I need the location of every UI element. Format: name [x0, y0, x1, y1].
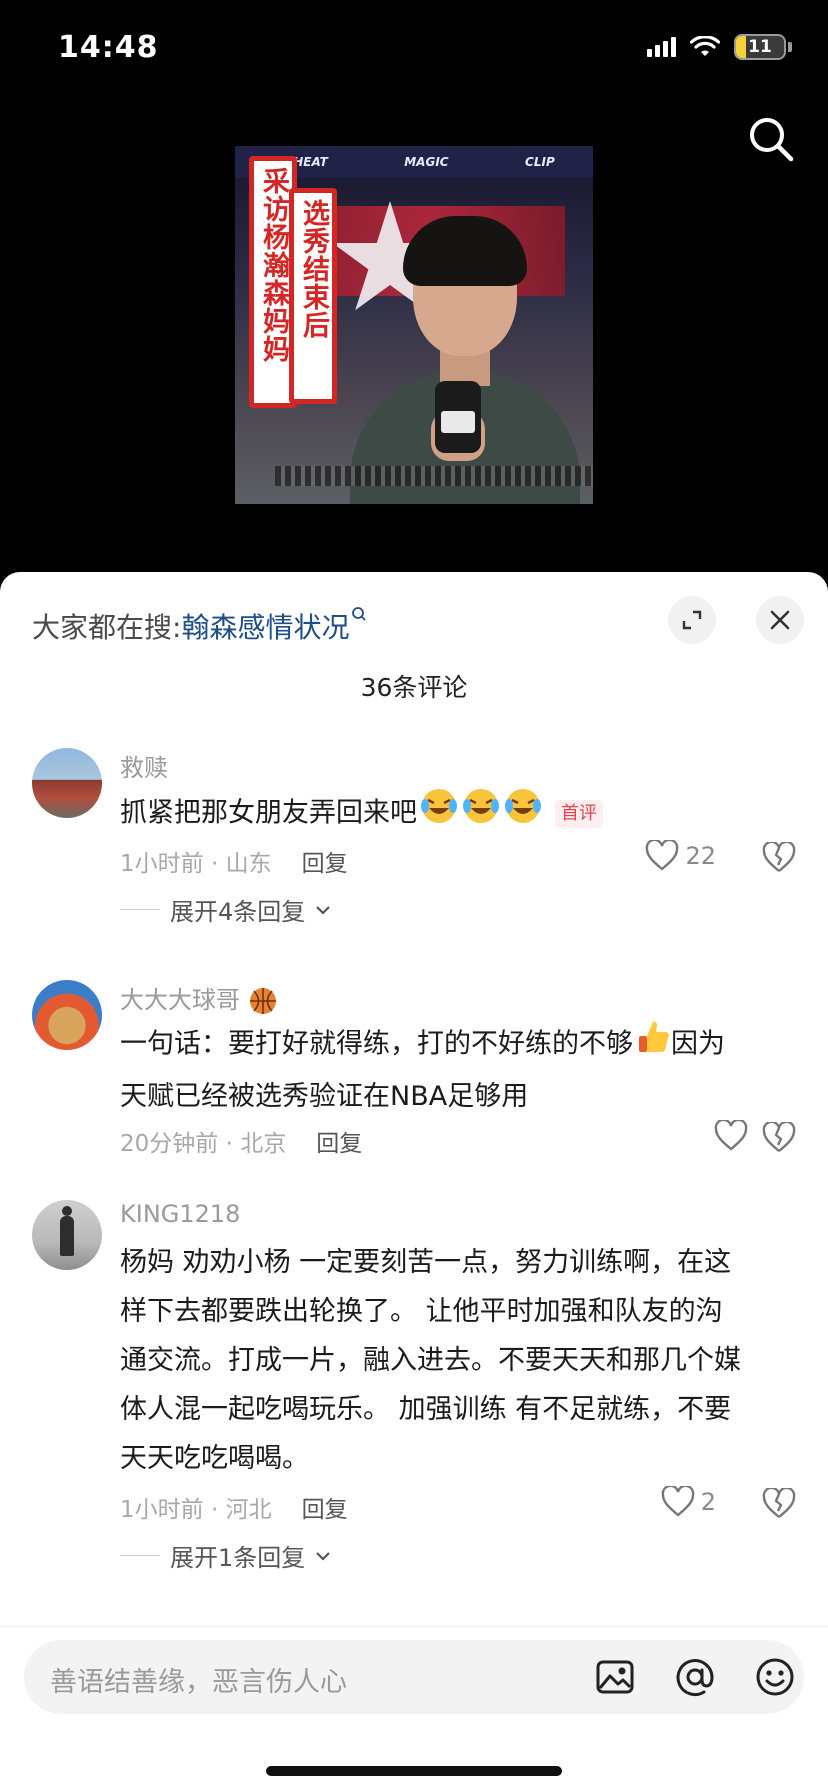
avatar-figure: [60, 1206, 74, 1256]
trending-prefix: 大家都在搜:: [32, 611, 182, 644]
chevron-down-icon: [316, 905, 331, 915]
status-bar: 14:48 11: [0, 0, 828, 100]
comment-meta: 1小时前 · 山东 回复: [120, 844, 348, 878]
like-count: 22: [685, 842, 716, 870]
comment-body: 抓紧把那女朋友弄回来吧: [120, 797, 417, 829]
reply-button[interactable]: 回复: [302, 851, 348, 877]
heart-icon: [714, 1120, 748, 1151]
status-icons: 11: [647, 34, 792, 60]
dislike-button[interactable]: [762, 1486, 796, 1522]
like-button[interactable]: 2: [661, 1486, 716, 1518]
comment-count: 36条评论: [360, 673, 468, 702]
expand-button[interactable]: [668, 596, 716, 644]
like-count: 2: [700, 1488, 716, 1516]
thumbs-up-icon: [635, 1018, 671, 1072]
comment-input-placeholder: 善语结善缘，恶言伤人心: [50, 1667, 347, 1698]
image-icon: [596, 1660, 634, 1694]
comment-username[interactable]: KING1218: [120, 1200, 240, 1228]
expand-icon: [682, 610, 702, 630]
comment-input[interactable]: 善语结善缘，恶言伤人心: [24, 1640, 804, 1714]
arena-logo: MAGIC: [404, 155, 449, 169]
laughing-emoji-icon: [503, 786, 543, 842]
signal-icon: [647, 37, 676, 57]
like-button[interactable]: 22: [645, 840, 716, 872]
expand-replies-button[interactable]: 展开1条回复: [120, 1538, 331, 1573]
search-button[interactable]: [746, 114, 796, 164]
comment-username[interactable]: 救赎: [120, 748, 168, 783]
basketball-icon: [249, 988, 276, 1014]
username-text: 大大大球哥: [120, 986, 240, 1014]
video-title-col2: 选秀结束后: [289, 188, 337, 404]
laughing-emoji-icon: [461, 786, 501, 842]
divider-line: [120, 909, 160, 910]
close-button[interactable]: [756, 596, 804, 644]
close-icon: [770, 610, 790, 630]
comment-line: 样下去都要跌出轮换了。 让他平时加强和队友的沟: [120, 1296, 723, 1327]
comment-time-location: 1小时前 · 山东: [120, 851, 272, 877]
reply-button[interactable]: 回复: [302, 1497, 348, 1523]
heart-icon: [646, 840, 679, 871]
comment-segment: 一句话：要打好就得练，打的不好练的不够: [120, 1028, 633, 1060]
subtitle-blur: [275, 466, 593, 486]
home-indicator[interactable]: [266, 1766, 562, 1776]
comment-text: 杨妈 劝劝小杨 一定要刻苦一点，努力训练啊，在这 样下去都要跌出轮换了。 让他平…: [120, 1238, 800, 1483]
comment-meta: 20分钟前 · 北京 回复: [120, 1124, 362, 1158]
comment-text: 抓紧把那女朋友弄回来吧 首评: [120, 786, 800, 842]
comment-line: 通交流。打成一片，融入进去。不要天天和那几个媒: [120, 1345, 741, 1376]
comment-line: 天赋已经被选秀验证在NBA足够用: [120, 1081, 529, 1112]
heart-icon: [661, 1486, 695, 1517]
first-comment-badge: 首评: [555, 800, 603, 828]
expand-replies-label: 展开1条回复: [170, 1544, 306, 1572]
avatar[interactable]: [32, 1200, 102, 1270]
battery-level: 11: [748, 37, 772, 57]
dislike-button[interactable]: [762, 1120, 796, 1156]
battery-cap: [788, 42, 792, 52]
comment-username[interactable]: 大大大球哥: [120, 980, 278, 1016]
comment-text: 一句话：要打好就得练，打的不好练的不够 因为 天赋已经被选秀验证在NBA足够用: [120, 1018, 800, 1121]
search-icon: [352, 607, 367, 621]
battery-icon: 11: [734, 34, 786, 60]
divider-line: [120, 1555, 160, 1556]
expand-replies-label: 展开4条回复: [170, 898, 306, 926]
video-player[interactable]: HEAT MAGIC CLIP 采访杨瀚森妈妈 选秀结束后: [235, 146, 593, 504]
comment-meta: 1小时前 · 河北 回复: [120, 1490, 348, 1524]
smiley-icon: [756, 1658, 794, 1696]
at-icon: [676, 1659, 714, 1697]
avatar[interactable]: [32, 980, 102, 1050]
chevron-down-icon: [316, 1551, 331, 1561]
arena-logo: CLIP: [525, 155, 555, 169]
input-divider: [0, 1626, 828, 1627]
status-time: 14:48: [58, 30, 159, 65]
reply-button[interactable]: 回复: [316, 1131, 362, 1157]
broken-heart-icon: [762, 1120, 796, 1152]
comment-line: 体人混一起吃喝玩乐。 加强训练 有不足就练，不要: [120, 1394, 732, 1425]
avatar[interactable]: [32, 748, 102, 818]
comment-sheet: 大家都在搜:翰森感情状况 36条评论 救赎 抓紧把那女朋友弄回来吧 首评 1小时前…: [0, 572, 828, 1792]
dislike-button[interactable]: [762, 840, 796, 876]
comment-segment: 因为: [671, 1028, 725, 1060]
search-icon: [750, 118, 794, 162]
comment-line: 一句话：要打好就得练，打的不好练的不够 因为: [120, 1018, 800, 1072]
broken-heart-icon: [762, 840, 796, 872]
emoji-button[interactable]: [754, 1656, 796, 1698]
broken-heart-icon: [762, 1486, 796, 1518]
trending-keyword[interactable]: 翰森感情状况: [181, 611, 349, 644]
trending-search[interactable]: 大家都在搜:翰森感情状况: [32, 606, 367, 646]
arena-logo: HEAT: [293, 155, 328, 169]
expand-replies-button[interactable]: 展开4条回复: [120, 892, 331, 927]
like-button[interactable]: [714, 1120, 748, 1152]
comment-line: 天天吃吃喝喝。: [120, 1443, 309, 1474]
laughing-emoji-icon: [419, 786, 459, 842]
comment-time-location: 20分钟前 · 北京: [120, 1131, 287, 1157]
mention-button[interactable]: [674, 1656, 716, 1698]
comment-line: 杨妈 劝劝小杨 一定要刻苦一点，努力训练啊，在这: [120, 1247, 732, 1278]
comment-time-location: 1小时前 · 河北: [120, 1497, 272, 1523]
wifi-icon: [690, 36, 720, 58]
image-button[interactable]: [594, 1656, 636, 1698]
microphone: [435, 381, 481, 453]
